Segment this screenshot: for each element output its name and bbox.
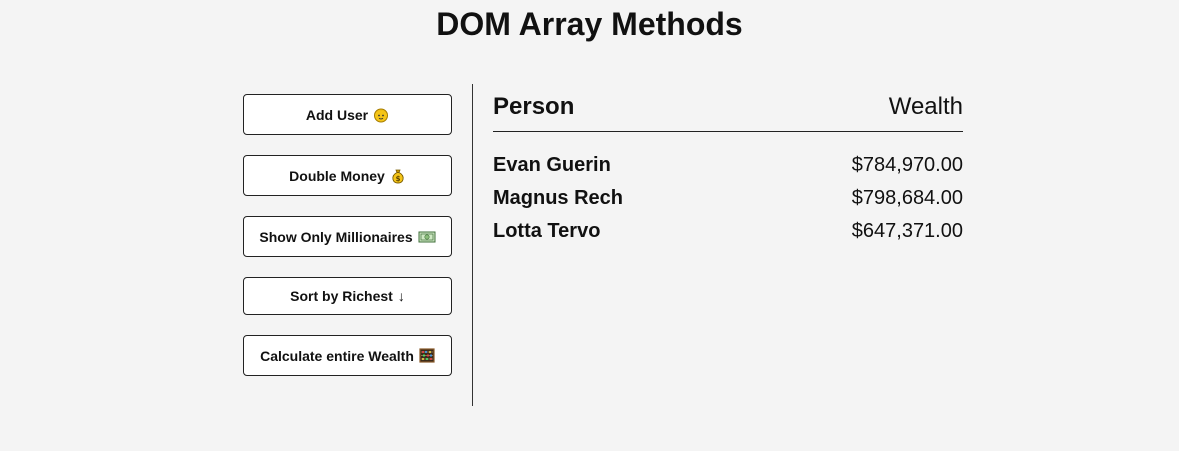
person-name: Lotta Tervo [493, 220, 601, 242]
person-column-header: Person [493, 93, 575, 120]
show-millionaires-label: Show Only Millionaires [259, 228, 413, 245]
down-arrow-icon: ↓ [397, 288, 405, 304]
add-user-label: Add User [305, 106, 369, 123]
face-icon [373, 107, 389, 123]
table-header: Person Wealth [493, 84, 963, 132]
wealth-column-header: Wealth [888, 93, 963, 120]
show-millionaires-button[interactable]: Show Only Millionaires [243, 216, 452, 257]
sidebar: Add User Double Money $ Show Only Millio… [243, 84, 473, 406]
sort-richest-button[interactable]: Sort by Richest ↓ [243, 277, 452, 315]
calculate-wealth-label: Calculate entire Wealth [260, 347, 414, 364]
money-bag-icon: $ [390, 168, 406, 184]
dollar-bill-icon [418, 230, 436, 244]
page-title: DOM Array Methods [436, 6, 743, 42]
abacus-icon [419, 348, 435, 363]
sort-richest-label: Sort by Richest [290, 288, 393, 304]
person-wealth: $784,970.00 [851, 154, 963, 176]
add-user-button[interactable]: Add User [243, 94, 452, 135]
table-row: Magnus Rech $798,684.00 [493, 182, 963, 215]
calculate-wealth-button[interactable]: Calculate entire Wealth [243, 335, 452, 376]
person-list: Evan Guerin $784,970.00 Magnus Rech $798… [493, 149, 963, 248]
person-name: Evan Guerin [493, 154, 611, 176]
table-row: Evan Guerin $784,970.00 [493, 149, 963, 182]
person-wealth: $647,371.00 [851, 220, 963, 242]
svg-text:$: $ [395, 174, 400, 182]
app-container: Add User Double Money $ Show Only Millio… [243, 84, 963, 406]
wealth-table: Person Wealth Evan Guerin $784,970.00 Ma… [493, 84, 963, 248]
person-wealth: $798,684.00 [851, 187, 963, 209]
double-money-label: Double Money [289, 167, 385, 184]
person-name: Magnus Rech [493, 187, 624, 209]
table-row: Lotta Tervo $647,371.00 [493, 215, 963, 248]
double-money-button[interactable]: Double Money $ [243, 155, 452, 196]
